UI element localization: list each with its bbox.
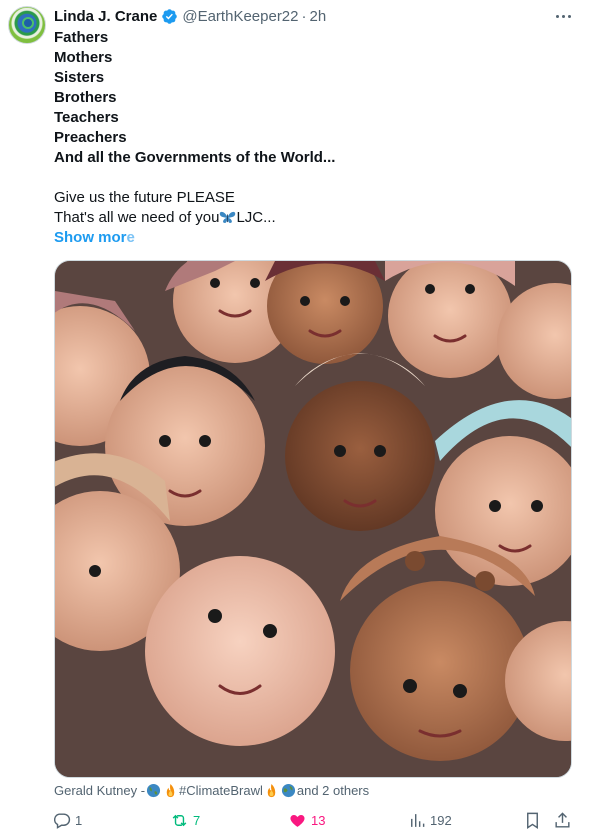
fire-icon <box>166 783 175 797</box>
like-button[interactable]: 13 <box>288 808 325 832</box>
views-icon <box>411 813 425 827</box>
text-line: And all the Governments of the World... <box>54 149 336 166</box>
text-line: Preachers <box>54 129 127 146</box>
show-more-label: Show mor <box>54 229 127 246</box>
text-line: That's all we need of you LJC... <box>54 208 574 228</box>
timestamp[interactable]: 2h <box>310 8 327 25</box>
tagged-users[interactable]: Gerald Kutney - #ClimateBrawl and 2 othe… <box>54 781 369 799</box>
text-line: Give us the future PLEASE <box>54 189 235 206</box>
text-line: Brothers <box>54 89 117 106</box>
reply-icon <box>53 812 71 829</box>
bookmark-icon <box>527 812 538 829</box>
bookmark-button[interactable] <box>523 808 542 832</box>
views-count: 192 <box>430 812 452 828</box>
tweet-header: Linda J. Crane @EarthKeeper22 · 2h <box>54 6 326 26</box>
text-fragment: LJC... <box>236 209 276 226</box>
tweet-image[interactable] <box>54 260 572 778</box>
like-count: 13 <box>311 812 326 828</box>
repost-button[interactable]: 7 <box>170 808 200 832</box>
author-name[interactable]: Linda J. Crane <box>54 8 157 25</box>
text-line: Sisters <box>54 69 105 86</box>
reply-count: 1 <box>75 812 83 828</box>
text-line: Teachers <box>54 109 119 126</box>
separator: · <box>301 7 307 25</box>
repost-count: 7 <box>193 812 201 828</box>
tag-hashtag: #ClimateBrawl <box>179 782 263 798</box>
views-button[interactable]: 192 <box>407 808 452 832</box>
author-handle[interactable]: @EarthKeeper22 <box>182 8 298 25</box>
show-more-link[interactable]: Show more <box>54 228 135 248</box>
tweet-text: Fathers Mothers Sisters Brothers Teacher… <box>54 28 574 248</box>
globe-icon <box>22 17 34 29</box>
reply-button[interactable]: 1 <box>52 808 82 832</box>
babies-photo <box>55 261 571 777</box>
action-bar: 1 7 13 192 <box>50 808 580 832</box>
tag-suffix: and 2 others <box>296 782 370 798</box>
verified-badge-icon <box>162 8 178 24</box>
text-line: Mothers <box>54 49 113 66</box>
repost-icon <box>172 814 187 826</box>
share-icon <box>555 811 570 828</box>
fire-icon <box>267 783 276 797</box>
more-options-icon[interactable] <box>553 6 573 26</box>
butterfly-icon <box>220 211 236 223</box>
globe-icon <box>281 783 295 797</box>
share-button[interactable] <box>553 808 572 832</box>
show-more-fade: e <box>126 229 135 246</box>
tag-prefix: Gerald Kutney - <box>54 782 146 798</box>
heart-icon <box>290 814 305 827</box>
globe-icon <box>146 783 161 797</box>
text-fragment: That's all we need of you <box>54 209 220 226</box>
avatar[interactable] <box>8 6 46 44</box>
tweet[interactable]: Linda J. Crane @EarthKeeper22 · 2h Fathe… <box>0 0 596 838</box>
text-line: Fathers <box>54 29 109 46</box>
